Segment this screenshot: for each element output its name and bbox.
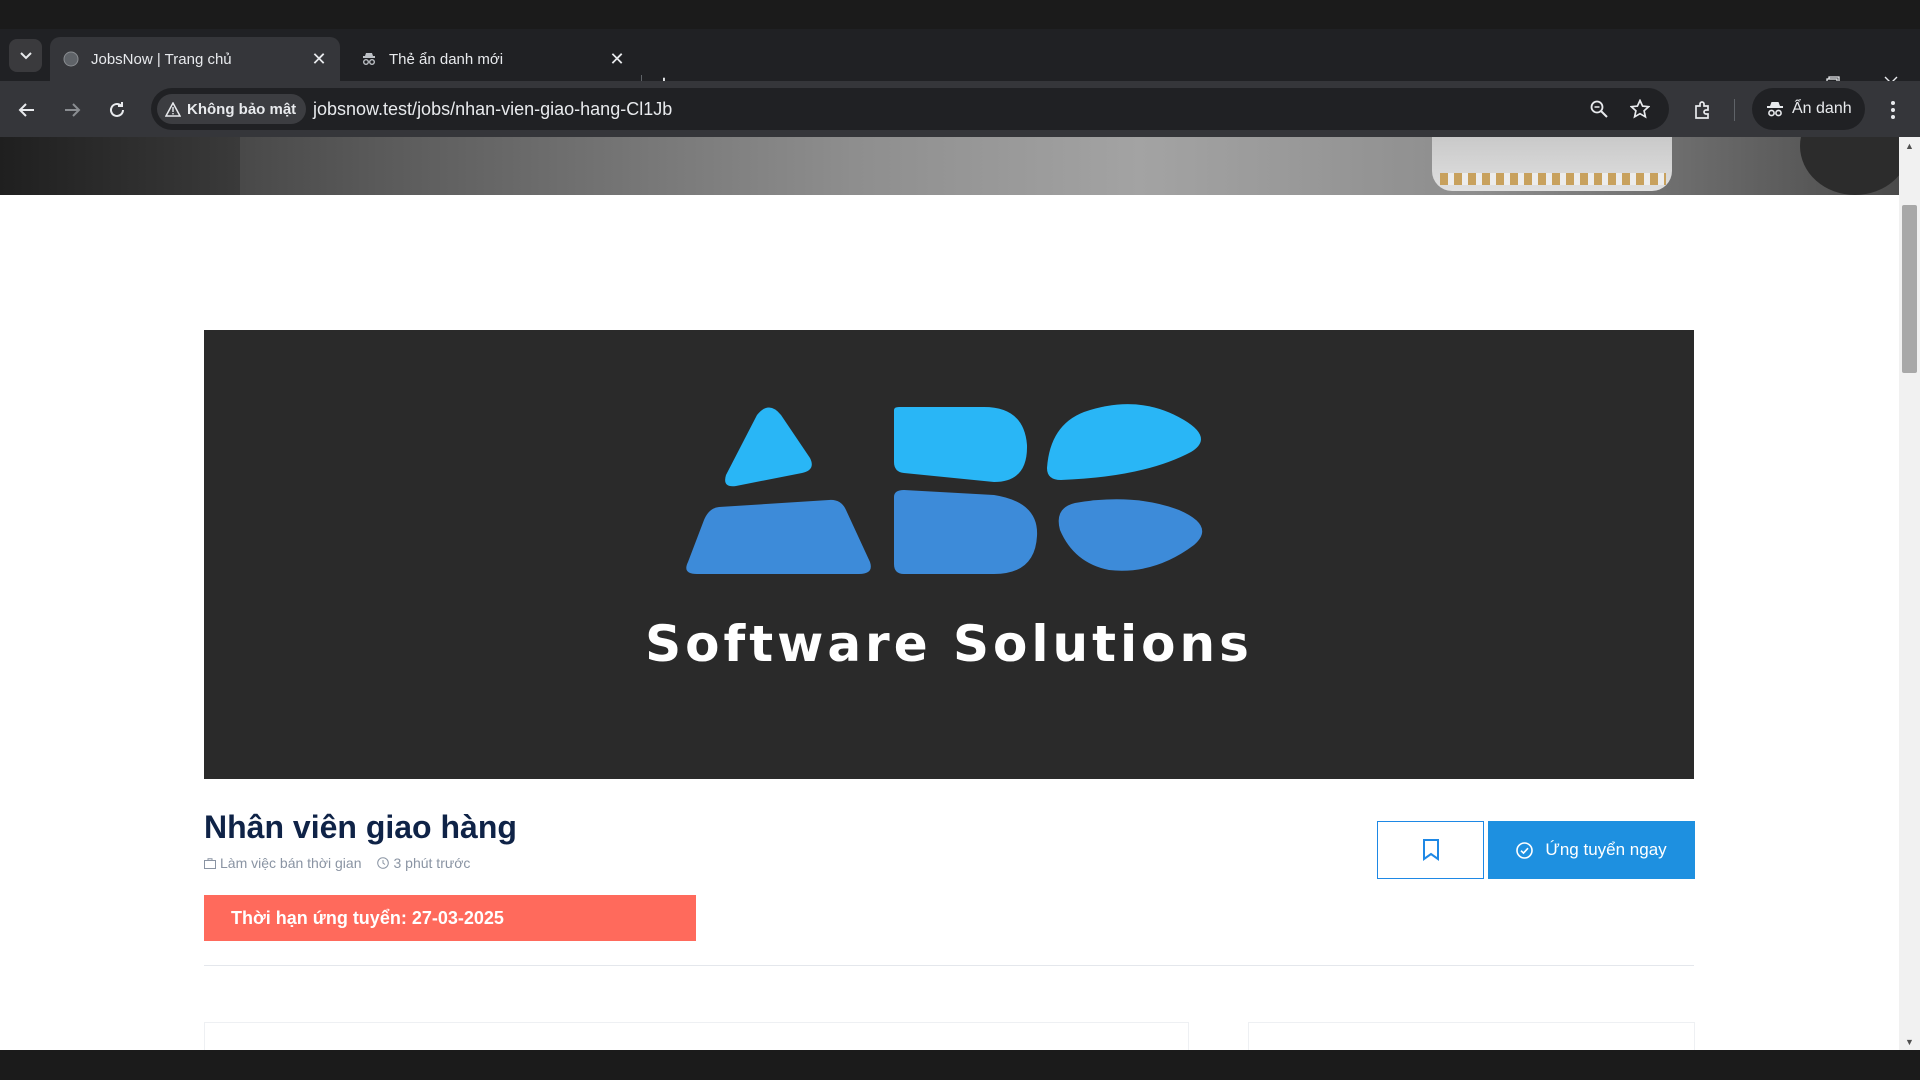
window-bottom-edge	[0, 1050, 1920, 1080]
deadline-banner: Thời hạn ứng tuyển: 27-03-2025	[204, 895, 696, 941]
extensions-icon[interactable]	[1686, 93, 1720, 127]
bookmark-icon	[1422, 839, 1439, 861]
reload-icon	[110, 102, 124, 117]
logo-text: Software Solutions	[645, 615, 1253, 673]
apply-now-button[interactable]: Ứng tuyển ngay	[1488, 821, 1695, 879]
scroll-up-arrow-icon[interactable]: ▲	[1899, 137, 1920, 154]
tab-title: JobsNow | Trang chủ	[91, 50, 232, 68]
close-icon[interactable]: ✕	[606, 48, 628, 70]
back-button[interactable]	[10, 93, 44, 127]
briefcase-icon	[204, 857, 216, 869]
job-meta: Làm việc bán thời gian 3 phút trước	[204, 855, 470, 871]
security-chip[interactable]: Không bảo mật	[157, 94, 307, 124]
hero-image	[0, 137, 1899, 195]
company-banner: Software Solutions	[204, 330, 1694, 779]
star-icon[interactable]	[1627, 96, 1653, 122]
address-bar[interactable]: Không bảo mật jobsnow.test/jobs/nhan-vie…	[151, 88, 1669, 130]
company-logo	[686, 404, 1203, 574]
page-scrollbar[interactable]: ▲ ▼	[1899, 137, 1920, 1050]
url-text[interactable]: jobsnow.test/jobs/nhan-vien-giao-hang-Cl…	[313, 99, 672, 120]
page-viewport: Software Solutions Nhân viên giao hàng L…	[0, 137, 1899, 1050]
toolbar-divider	[1734, 99, 1735, 121]
forward-button[interactable]	[55, 93, 89, 127]
clock-icon	[377, 857, 390, 869]
scroll-thumb[interactable]	[1902, 205, 1917, 373]
tab-search-button[interactable]	[9, 39, 42, 72]
check-circle-icon	[1516, 841, 1534, 859]
tab-jobsnow[interactable]: JobsNow | Trang chủ ✕	[50, 37, 340, 81]
job-title: Nhân viên giao hàng	[204, 809, 517, 845]
apply-label: Ứng tuyển ngay	[1545, 840, 1667, 859]
job-type: Làm việc bán thời gian	[204, 855, 361, 871]
globe-icon	[62, 51, 79, 68]
tab-strip: JobsNow | Trang chủ ✕ Thẻ ẩn danh mới ✕ …	[0, 29, 1920, 99]
tab-incognito[interactable]: Thẻ ẩn danh mới ✕	[348, 37, 638, 81]
chevron-down-icon	[19, 51, 32, 59]
reload-button[interactable]	[100, 93, 134, 127]
job-summary-card	[1248, 1022, 1695, 1050]
browser-toolbar: Không bảo mật jobsnow.test/jobs/nhan-vie…	[0, 81, 1920, 137]
window-top-edge	[0, 0, 1920, 29]
incognito-icon	[360, 51, 377, 68]
job-description-card	[204, 1022, 1189, 1050]
warning-icon	[165, 101, 181, 117]
zoom-icon[interactable]	[1586, 96, 1612, 122]
save-job-button[interactable]	[1377, 821, 1484, 879]
arrow-right-icon	[65, 103, 81, 117]
profile-label: Ẩn danh	[1792, 100, 1852, 117]
tab-title: Thẻ ẩn danh mới	[389, 50, 504, 68]
scroll-down-arrow-icon[interactable]: ▼	[1899, 1033, 1920, 1050]
security-label: Không bảo mật	[187, 100, 297, 118]
posted-time: 3 phút trước	[377, 855, 470, 871]
close-icon[interactable]: ✕	[308, 48, 330, 70]
incognito-profile-button[interactable]: Ẩn danh	[1752, 88, 1865, 130]
arrow-left-icon	[18, 103, 34, 117]
section-divider	[204, 965, 1694, 966]
menu-icon[interactable]	[1876, 93, 1910, 127]
incognito-icon	[1767, 102, 1783, 117]
